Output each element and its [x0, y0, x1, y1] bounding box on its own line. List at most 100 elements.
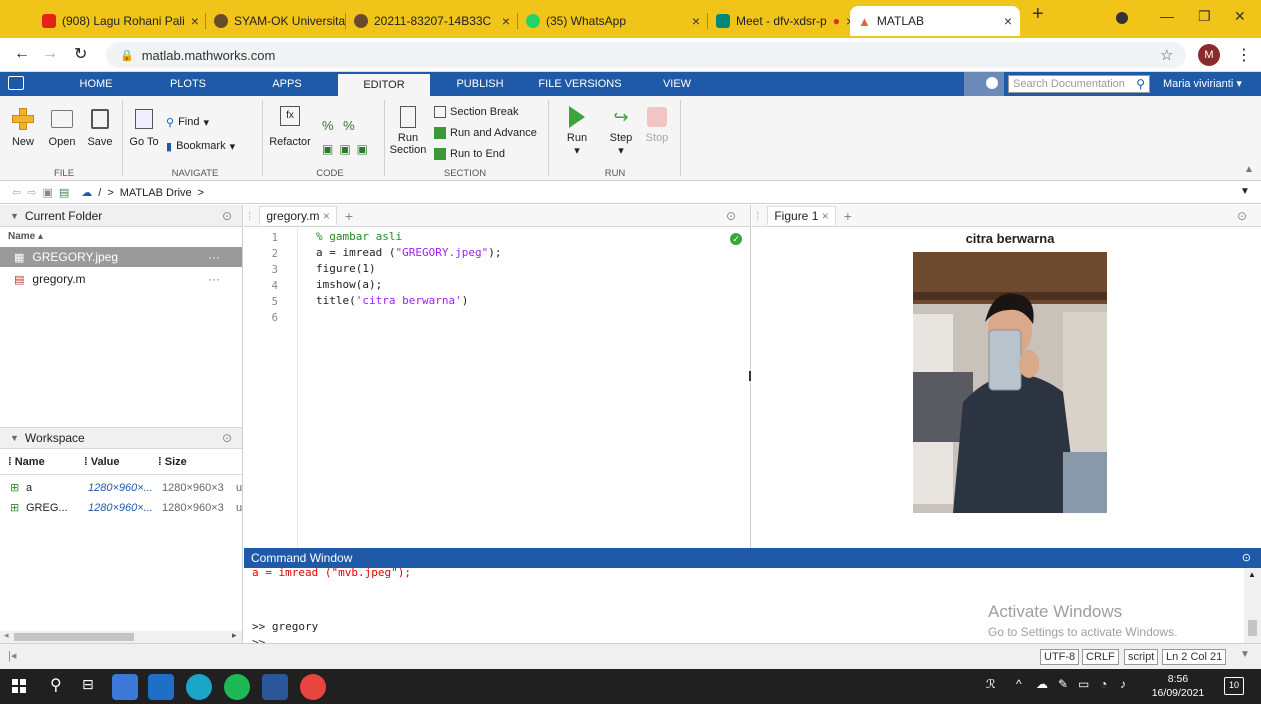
workspace-col-size[interactable]: ⁞ Size	[158, 456, 187, 468]
close-icon[interactable]: ×	[191, 13, 199, 29]
goto-button[interactable]: Go To	[126, 108, 162, 148]
close-icon[interactable]: ×	[692, 13, 700, 29]
code-line[interactable]: % gambar asli	[316, 230, 402, 243]
panel-actions-icon[interactable]: ⊙	[1237, 209, 1247, 223]
workspace-col-name[interactable]: ⁞ Name	[8, 456, 45, 468]
panel-actions-icon[interactable]: ⊙	[222, 431, 232, 445]
file-explorer-icon[interactable]	[112, 674, 138, 700]
minimize-icon[interactable]: —	[1160, 8, 1174, 24]
tray-chevron-icon[interactable]: ^	[1016, 677, 1022, 691]
more-icon[interactable]: ···	[208, 272, 220, 286]
wifi-icon[interactable]: ◔	[1100, 677, 1107, 691]
windows-start-icon[interactable]	[12, 679, 26, 693]
comment-icons[interactable]: % %	[322, 118, 358, 133]
name-column-header[interactable]: Name ▴	[8, 231, 43, 242]
panel-actions-icon[interactable]: ⊙	[1242, 548, 1251, 568]
collapse-icon[interactable]: ▼	[10, 211, 19, 221]
save-button[interactable]: Save	[84, 108, 116, 148]
code-line[interactable]: a = imread ("GREGORY.jpeg");	[316, 246, 501, 259]
forward-icon[interactable]: →	[42, 45, 58, 63]
more-icon[interactable]: ···	[208, 250, 220, 264]
url-field[interactable]: 🔒 matlab.mathworks.com	[106, 42, 1186, 68]
browse-folder-icon[interactable]: ▤	[59, 186, 69, 199]
tab-gregory-m[interactable]: gregory.m ×	[259, 206, 337, 225]
browser-tab[interactable]: Meet - dfv-xdsr-p ● ×	[708, 6, 850, 36]
close-icon[interactable]: ×	[323, 209, 330, 223]
close-icon[interactable]: ×	[502, 13, 510, 29]
maximize-icon[interactable]: ❐	[1198, 8, 1211, 25]
forward-arrow-icon[interactable]: ⇨	[27, 186, 36, 199]
code-line[interactable]: imshow(a);	[316, 278, 382, 291]
chrome-icon[interactable]	[300, 674, 326, 700]
extension-icon[interactable]	[1116, 12, 1128, 24]
find-button[interactable]: ⚲ Find ▾	[166, 116, 209, 129]
tab-view[interactable]: VIEW	[654, 72, 700, 96]
reload-icon[interactable]: ↻	[74, 44, 87, 64]
panel-actions-icon[interactable]: ⊙	[726, 209, 736, 223]
profile-avatar[interactable]: M	[1198, 44, 1220, 66]
workspace-row[interactable]: ⊞ a 1280×960×... 1280×960×3 u	[0, 479, 242, 499]
tab-figure-1[interactable]: Figure 1 ×	[767, 206, 836, 225]
run-to-end-button[interactable]: Run to End	[434, 148, 505, 160]
status-collapse-icon[interactable]: ▼	[1240, 649, 1250, 660]
cursor-position-indicator[interactable]: Ln 2 Col 21	[1162, 649, 1227, 665]
add-tab-icon[interactable]: +	[345, 208, 353, 224]
back-arrow-icon[interactable]: ⇦	[12, 186, 21, 199]
code-analyzer-ok-icon[interactable]: ✓	[730, 233, 742, 245]
browser-tab[interactable]: (908) Lagu Rohani Pali ×	[34, 6, 206, 36]
user-menu[interactable]: Maria vivirianti ▾	[1163, 72, 1242, 96]
encoding-indicator[interactable]: UTF-8	[1040, 649, 1080, 665]
path-folder[interactable]: MATLAB Drive	[120, 187, 192, 199]
word-icon[interactable]	[262, 674, 288, 700]
vertical-scrollbar[interactable]: ▲	[1244, 568, 1261, 643]
search-documentation-input[interactable]: Search Documentation ⚲	[1008, 75, 1150, 93]
splitter-handle[interactable]	[749, 371, 751, 381]
close-icon[interactable]: ×	[1004, 13, 1012, 29]
menu-icon[interactable]: ⋮	[1236, 45, 1252, 65]
horizontal-scrollbar[interactable]: ◂ ▸	[0, 630, 242, 643]
tab-plots[interactable]: PLOTS	[160, 72, 216, 96]
help-icon[interactable]	[986, 77, 998, 89]
window-close-icon[interactable]: ✕	[1234, 8, 1246, 25]
run-button[interactable]: Run ▾	[560, 106, 594, 157]
tab-apps[interactable]: APPS	[262, 72, 312, 96]
run-section-button[interactable]: Run Section	[388, 106, 428, 156]
refactor-button[interactable]: fx Refactor	[268, 106, 312, 148]
run-and-advance-button[interactable]: Run and Advance	[434, 127, 537, 139]
code-line[interactable]: figure(1)	[316, 262, 376, 275]
pen-icon[interactable]: ✎	[1058, 677, 1068, 691]
add-tab-icon[interactable]: +	[844, 208, 852, 224]
collapse-icon[interactable]: ▼	[10, 433, 19, 443]
back-icon[interactable]: ←	[14, 45, 30, 63]
file-item[interactable]: ▤ gregory.m ···	[0, 269, 242, 289]
browser-tab[interactable]: (35) WhatsApp ×	[518, 6, 708, 36]
workspace-col-value[interactable]: ⁞ Value	[84, 456, 119, 468]
new-button[interactable]: New	[8, 108, 38, 148]
panel-actions-icon[interactable]: ⊙	[222, 209, 232, 223]
stop-button[interactable]: Stop	[642, 106, 672, 144]
close-icon[interactable]: ×	[822, 209, 829, 223]
store-icon[interactable]	[148, 674, 174, 700]
tab-editor[interactable]: EDITOR	[338, 74, 430, 96]
workspace-row[interactable]: ⊞ GREG... 1280×960×... 1280×960×3 u	[0, 499, 242, 519]
people-icon[interactable]: ℛ	[986, 677, 996, 691]
step-button[interactable]: ↪ Step ▾	[604, 106, 638, 157]
matlab-menu-icon[interactable]	[8, 76, 24, 90]
star-icon[interactable]: ☆	[1160, 46, 1173, 64]
path-dropdown-icon[interactable]: ▼	[1240, 186, 1250, 197]
search-icon[interactable]: ⚲	[1136, 76, 1145, 92]
collapse-ribbon-icon[interactable]: ▲	[1244, 164, 1254, 175]
browser-tab[interactable]: SYAM-OK Universitas×	[206, 6, 346, 36]
open-button[interactable]: Open	[44, 108, 80, 148]
onedrive-icon[interactable]: ☁	[1036, 677, 1048, 691]
tab-publish[interactable]: PUBLISH	[450, 72, 510, 96]
tab-home[interactable]: HOME	[68, 72, 124, 96]
browser-tab-active[interactable]: ▲ MATLAB ×	[850, 6, 1020, 36]
section-break-button[interactable]: Section Break	[434, 106, 518, 118]
edge-icon[interactable]	[186, 674, 212, 700]
bookmark-button[interactable]: ▮ Bookmark ▾	[166, 140, 235, 153]
code-line[interactable]: title('citra berwarna')	[316, 294, 468, 307]
tab-file-versions[interactable]: FILE VERSIONS	[536, 72, 624, 96]
browser-tab[interactable]: 20211-83207-14B33C ×	[346, 6, 518, 36]
battery-icon[interactable]: ▭	[1078, 677, 1089, 691]
